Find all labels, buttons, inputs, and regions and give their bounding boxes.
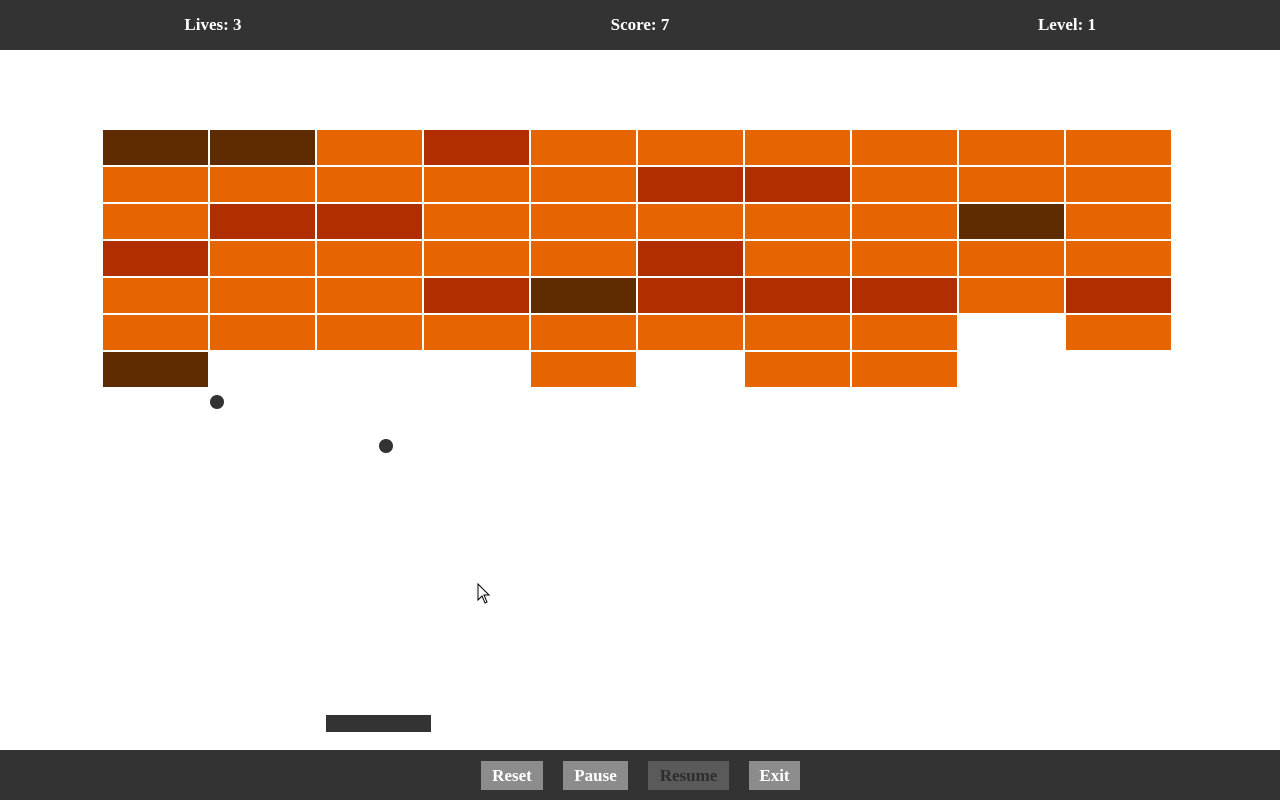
brick-orange [959,167,1064,202]
brick-red [103,241,208,276]
brick-red [638,241,743,276]
brick-red [745,167,850,202]
brick-red [745,278,850,313]
hud-bar: Lives: 3 Score: 7 Level: 1 [0,0,1280,50]
brick-orange [852,204,957,239]
brick-red [852,278,957,313]
brick-orange [531,352,636,387]
brick-orange [210,241,315,276]
brick-orange [745,352,850,387]
brick-orange [852,315,957,350]
brick-brown [210,130,315,165]
brick-orange [1066,167,1171,202]
brick-orange [959,130,1064,165]
brick-orange [210,315,315,350]
brick-orange [424,315,529,350]
brick-orange [531,315,636,350]
level-indicator: Level: 1 [1037,15,1097,34]
brick-orange [103,315,208,350]
lives-counter: Lives: 3 [184,15,242,34]
brick-orange [745,315,850,350]
brick-orange [745,204,850,239]
brick-orange [424,204,529,239]
ball [210,395,224,409]
brick-brown [531,278,636,313]
pause-button[interactable]: Pause [563,761,628,790]
brick-orange [638,130,743,165]
brick-orange [103,167,208,202]
brick-orange [317,167,422,202]
brick-orange [531,167,636,202]
brick-orange [852,167,957,202]
brick-orange [210,278,315,313]
paddle[interactable] [326,715,431,732]
mouse-cursor-icon [477,583,491,604]
brick-orange [959,278,1064,313]
brick-orange [317,315,422,350]
brick-orange [1066,315,1171,350]
brick-orange [424,167,529,202]
brick-orange [317,241,422,276]
brick-orange [745,130,850,165]
brick-orange [317,130,422,165]
brick-orange [852,241,957,276]
brick-orange [638,315,743,350]
brick-orange [531,204,636,239]
brick-orange [424,241,529,276]
brick-orange [317,278,422,313]
brick-brown [103,130,208,165]
resume-button[interactable]: Resume [648,761,729,790]
brick-red [424,278,529,313]
brick-orange [531,130,636,165]
brick-orange [531,241,636,276]
brick-orange [638,204,743,239]
brick-red [638,167,743,202]
brick-red [424,130,529,165]
control-bar: Reset Pause Resume Exit [0,750,1280,800]
brick-orange [1066,241,1171,276]
brick-brown [103,352,208,387]
brick-orange [745,241,850,276]
brick-orange [210,167,315,202]
brick-orange [103,204,208,239]
brick-orange [1066,130,1171,165]
brick-red [210,204,315,239]
score-counter: Score: 7 [610,15,670,34]
brick-orange [1066,204,1171,239]
exit-button[interactable]: Exit [749,761,800,790]
brick-orange [852,130,957,165]
game-field[interactable] [0,50,1280,750]
brick-red [1066,278,1171,313]
brick-orange [959,241,1064,276]
ball [379,439,393,453]
reset-button[interactable]: Reset [481,761,543,790]
brick-red [638,278,743,313]
brick-orange [103,278,208,313]
brick-brown [959,204,1064,239]
brick-red [317,204,422,239]
brick-orange [852,352,957,387]
